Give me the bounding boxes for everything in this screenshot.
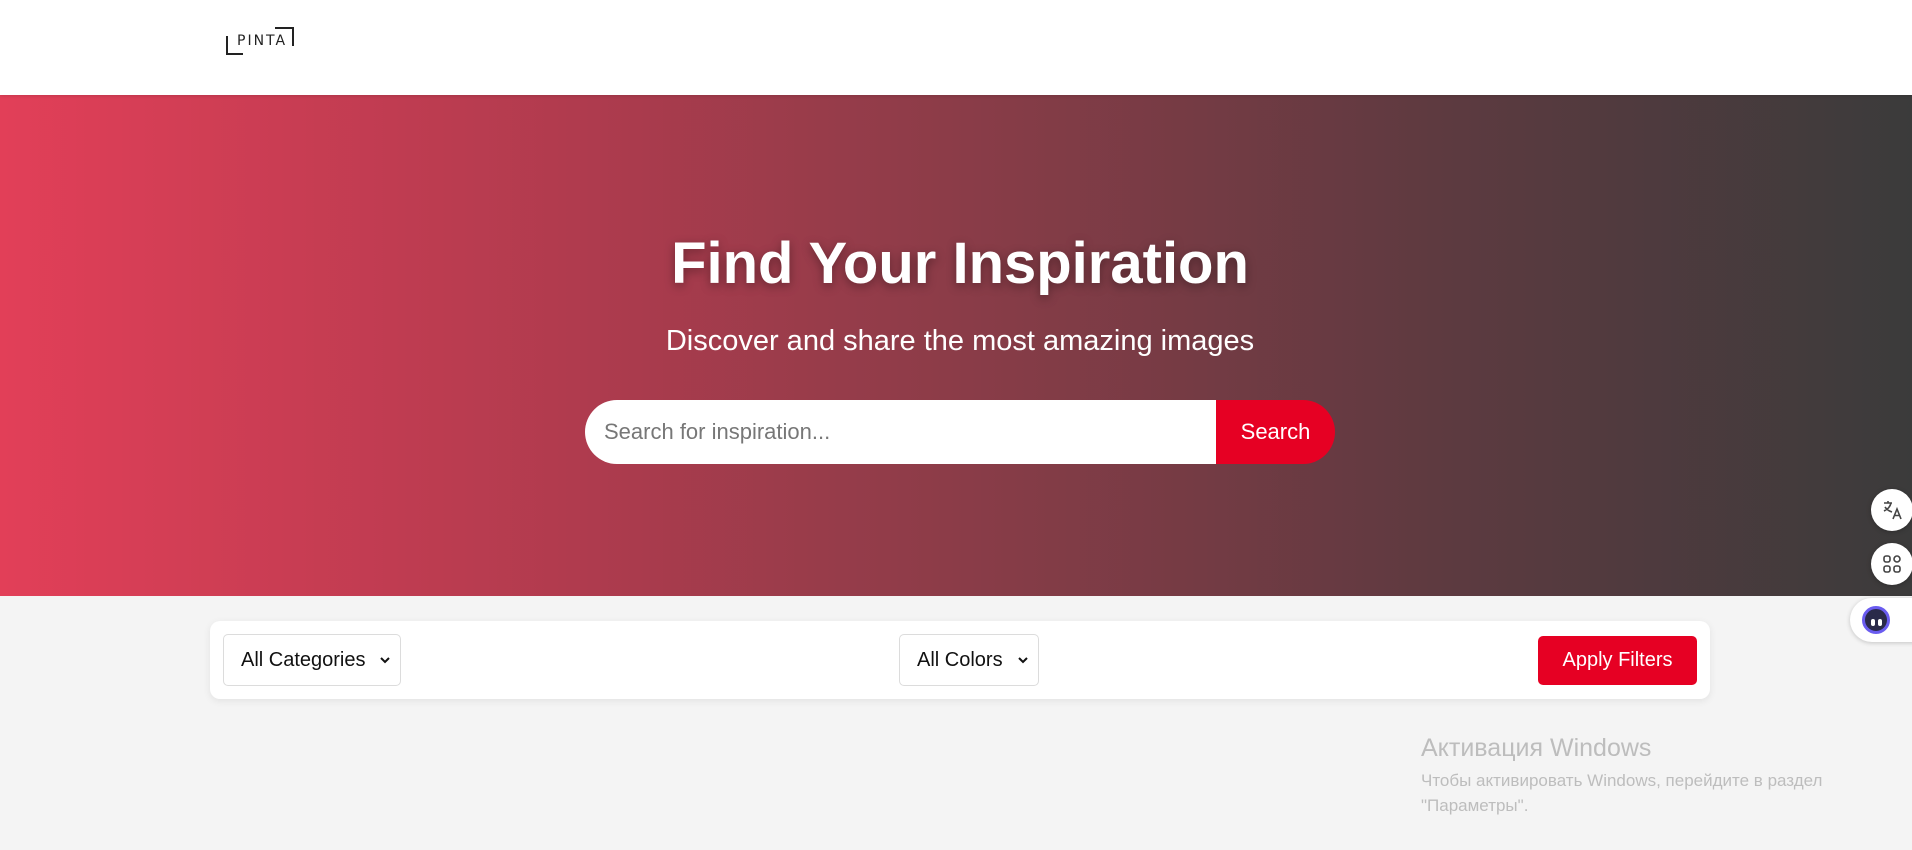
- watermark-line-2: "Параметры".: [1421, 796, 1529, 815]
- chevron-down-icon: [380, 657, 390, 664]
- search-input[interactable]: [585, 400, 1217, 464]
- assistant-eye-right: [1878, 619, 1882, 626]
- hero-subtitle: Discover and share the most amazing imag…: [665, 325, 1255, 357]
- hero-search: Search: [585, 400, 1335, 464]
- apps-grid-icon: [1883, 555, 1901, 573]
- search-button[interactable]: Search: [1216, 400, 1335, 464]
- category-select[interactable]: All Categories: [223, 634, 401, 686]
- hero-title: Find Your Inspiration: [671, 231, 1249, 296]
- watermark-line-1: Чтобы активировать Windows, перейдите в …: [1421, 771, 1823, 790]
- filter-bar: All Categories All Colors Apply Filters: [210, 621, 1710, 699]
- category-select-value: All Categories: [241, 648, 366, 671]
- assistant-button[interactable]: [1850, 598, 1912, 642]
- color-select[interactable]: All Colors: [899, 634, 1039, 686]
- pinta-logo[interactable]: PINTA: [225, 26, 295, 56]
- logo-text: PINTA: [237, 33, 288, 49]
- hero-banner: Find Your Inspiration Discover and share…: [0, 95, 1912, 596]
- watermark-title: Активация Windows: [1421, 734, 1652, 762]
- windows-activation-watermark: Активация Windows Чтобы активировать Win…: [1421, 733, 1822, 818]
- top-navbar: PINTA: [0, 0, 1912, 95]
- apply-filters-button[interactable]: Apply Filters: [1538, 636, 1697, 685]
- translate-icon: [1883, 501, 1902, 520]
- color-select-value: All Colors: [917, 648, 1003, 671]
- assistant-face-icon: [1862, 606, 1890, 634]
- assistant-eye-left: [1871, 619, 1875, 626]
- apps-button[interactable]: [1871, 543, 1912, 585]
- translate-button[interactable]: [1871, 489, 1912, 531]
- chevron-down-icon: [1018, 657, 1028, 664]
